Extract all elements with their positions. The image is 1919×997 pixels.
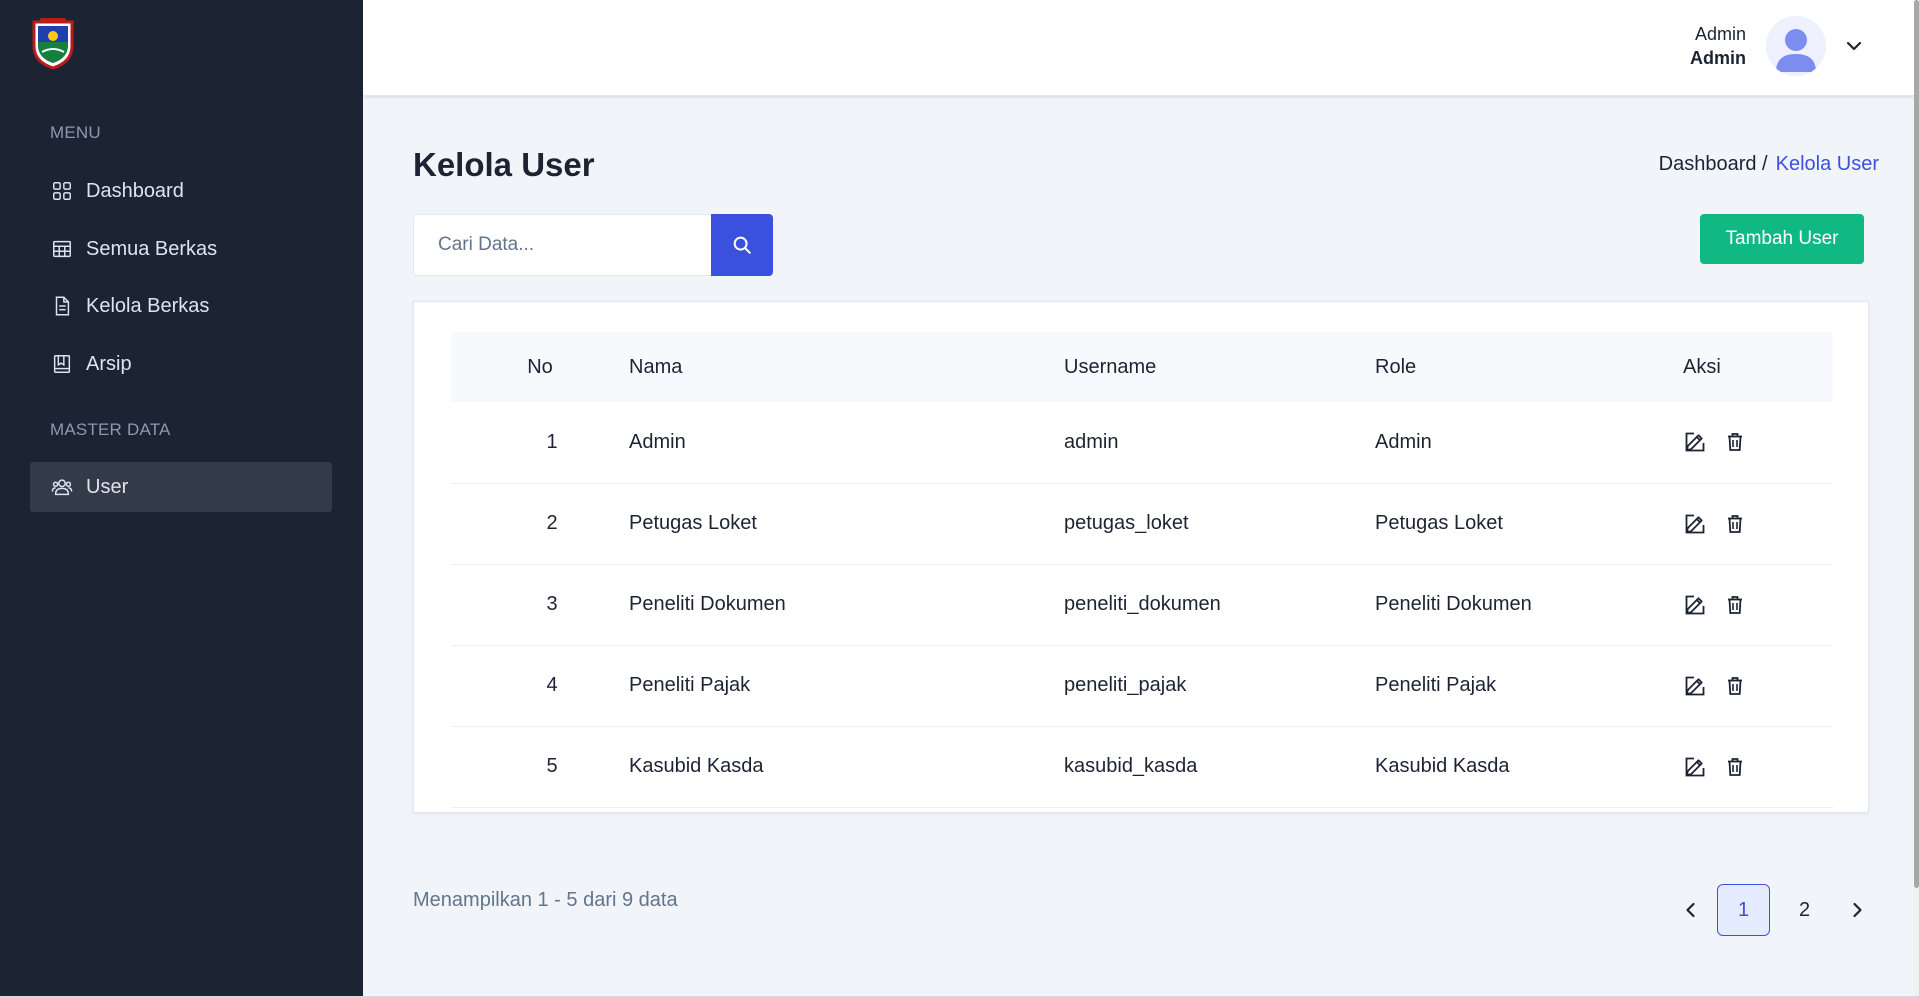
table-row: 2 Petugas Loket petugas_loket Petugas Lo… xyxy=(451,483,1833,564)
trash-icon[interactable] xyxy=(1723,674,1747,698)
avatar[interactable] xyxy=(1766,16,1826,76)
cell-nama: Peneliti Dokumen xyxy=(629,593,786,615)
cell-username: petugas_loket xyxy=(1064,512,1189,534)
breadcrumb-dashboard[interactable]: Dashboard / xyxy=(1659,153,1768,176)
cell-aksi xyxy=(1683,483,1833,564)
scrollbar-thumb[interactable] xyxy=(1914,0,1919,888)
cell-role: Petugas Loket xyxy=(1375,512,1503,534)
cell-role: Peneliti Pajak xyxy=(1375,674,1497,696)
grid-icon xyxy=(50,179,74,203)
breadcrumb: Dashboard / Kelola User xyxy=(1659,153,1879,176)
search-bar xyxy=(413,214,773,276)
trash-icon[interactable] xyxy=(1723,430,1747,454)
user-table-card: No Nama Username Role Aksi 1 Admin admin xyxy=(413,301,1869,813)
top-header: Admin Admin xyxy=(363,0,1914,96)
add-user-button[interactable]: Tambah User xyxy=(1700,214,1864,264)
next-page-button[interactable] xyxy=(1835,884,1879,936)
edit-icon[interactable] xyxy=(1683,674,1707,698)
column-header-aksi: Aksi xyxy=(1683,355,1721,378)
user-table: No Nama Username Role Aksi 1 Admin admin xyxy=(451,332,1833,808)
user-role: Admin xyxy=(1690,48,1746,68)
sidebar-item-label: User xyxy=(86,475,129,498)
column-header-no: No xyxy=(527,355,553,378)
cell-nama: Admin xyxy=(629,430,686,453)
cell-no: 2 xyxy=(546,512,558,534)
cell-nama: Peneliti Pajak xyxy=(629,674,751,696)
page-title: Kelola User xyxy=(413,146,595,183)
sidebar-item-label: Semua Berkas xyxy=(86,237,218,260)
cell-aksi xyxy=(1683,564,1833,645)
menu-group-title: MENU xyxy=(50,123,101,142)
pagination-info: Menampilkan 1 - 5 dari 9 data xyxy=(413,889,678,911)
edit-icon[interactable] xyxy=(1683,755,1707,779)
edit-icon[interactable] xyxy=(1683,512,1707,536)
master-data-group-title: MASTER DATA xyxy=(50,420,171,439)
app-window: MENU Dashboard Semua Berkas Kelola Berka… xyxy=(0,0,1919,997)
prev-page-button[interactable] xyxy=(1669,884,1713,936)
users-icon xyxy=(50,475,74,499)
trash-icon[interactable] xyxy=(1723,512,1747,536)
scrollbar-track[interactable] xyxy=(1914,0,1919,997)
sidebar-item-semua-berkas[interactable]: Semua Berkas xyxy=(30,224,332,274)
cell-username: peneliti_dokumen xyxy=(1064,593,1221,615)
column-header-role: Role xyxy=(1375,355,1417,378)
logo-emblem-icon xyxy=(32,18,74,70)
trash-icon[interactable] xyxy=(1723,755,1747,779)
main-content: Admin Admin Kelola User Dashboard / Kelo… xyxy=(363,0,1914,996)
page-area: MENU Dashboard Semua Berkas Kelola Berka… xyxy=(0,0,1914,996)
search-button[interactable] xyxy=(711,214,773,276)
cell-username: peneliti_pajak xyxy=(1064,674,1187,696)
user-avatar-icon xyxy=(1766,16,1826,76)
sidebar-item-kelola-berkas[interactable]: Kelola Berkas xyxy=(30,281,332,331)
cell-role: Kasubid Kasda xyxy=(1375,755,1510,777)
table-row: 4 Peneliti Pajak peneliti_pajak Peneliti… xyxy=(451,645,1833,726)
sidebar-item-label: Dashboard xyxy=(86,179,184,202)
cell-role: Peneliti Dokumen xyxy=(1375,593,1532,615)
table-row: 3 Peneliti Dokumen peneliti_dokumen Pene… xyxy=(451,564,1833,645)
sidebar-item-arsip[interactable]: Arsip xyxy=(30,339,332,389)
chevron-down-icon[interactable] xyxy=(1844,36,1864,56)
table-icon xyxy=(50,237,74,261)
column-header-nama: Nama xyxy=(629,355,683,378)
chevron-left-icon xyxy=(1686,902,1695,918)
chevron-right-icon xyxy=(1853,902,1862,918)
sidebar-item-label: Kelola Berkas xyxy=(86,294,210,317)
cell-nama: Petugas Loket xyxy=(629,512,757,534)
sidebar-item-user[interactable]: User xyxy=(30,462,332,512)
cell-role: Admin xyxy=(1375,430,1432,453)
user-menu[interactable]: Admin Admin xyxy=(1690,16,1864,76)
sidebar-item-label: Arsip xyxy=(86,352,132,375)
logo[interactable] xyxy=(30,16,76,70)
column-header-username: Username xyxy=(1064,355,1157,378)
table-row: 1 Admin admin Admin xyxy=(451,402,1833,483)
cell-no: 1 xyxy=(546,430,558,453)
search-icon xyxy=(733,236,751,254)
cell-aksi xyxy=(1683,645,1833,726)
cell-aksi xyxy=(1683,402,1833,483)
edit-icon[interactable] xyxy=(1683,593,1707,617)
file-icon xyxy=(50,294,74,318)
book-icon xyxy=(50,352,74,376)
cell-username: kasubid_kasda xyxy=(1064,755,1198,777)
cell-no: 4 xyxy=(546,674,558,696)
cell-nama: Kasubid Kasda xyxy=(629,755,764,777)
trash-icon[interactable] xyxy=(1723,593,1747,617)
pagination: 1 2 xyxy=(1669,884,1879,936)
page-button-2[interactable]: 2 xyxy=(1778,884,1831,936)
sidebar: MENU Dashboard Semua Berkas Kelola Berka… xyxy=(0,0,363,996)
breadcrumb-current: Kelola User xyxy=(1775,153,1879,175)
cell-aksi xyxy=(1683,726,1833,807)
page-button-1[interactable]: 1 xyxy=(1717,884,1770,936)
cell-username: admin xyxy=(1064,430,1119,453)
user-name: Admin xyxy=(1694,24,1746,44)
sidebar-item-dashboard[interactable]: Dashboard xyxy=(30,166,332,216)
table-header-row: No Nama Username Role Aksi xyxy=(451,332,1833,402)
edit-icon[interactable] xyxy=(1683,430,1707,454)
cell-no: 5 xyxy=(546,755,558,777)
table-row: 5 Kasubid Kasda kasubid_kasda Kasubid Ka… xyxy=(451,726,1833,807)
search-input[interactable] xyxy=(413,214,711,276)
cell-no: 3 xyxy=(546,593,558,615)
